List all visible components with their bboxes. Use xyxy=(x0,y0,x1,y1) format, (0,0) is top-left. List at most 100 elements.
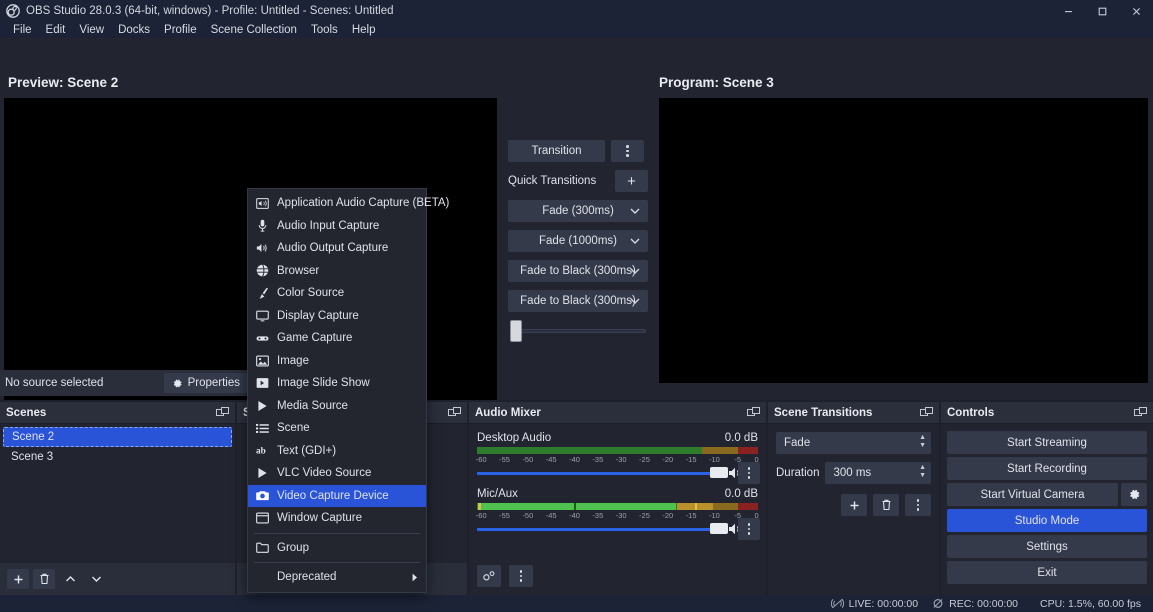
add-scene-button[interactable] xyxy=(7,569,29,589)
maximize-icon[interactable] xyxy=(1085,0,1119,22)
context-item-audio-input-capture[interactable]: Audio Input Capture xyxy=(248,215,426,238)
audio-mixer-header: Audio Mixer xyxy=(469,402,766,424)
studio-mode-button[interactable]: Studio Mode xyxy=(947,509,1147,532)
chevron-down-icon xyxy=(630,298,640,305)
add-transition-button[interactable] xyxy=(841,494,867,516)
context-item-browser[interactable]: Browser xyxy=(248,260,426,283)
camera-icon xyxy=(256,489,269,502)
context-item-deprecated[interactable]: Deprecated xyxy=(248,566,426,589)
t-bar-handle[interactable] xyxy=(510,320,522,342)
spinner-arrows-icon[interactable]: ▲ ▼ xyxy=(919,464,926,479)
volume-fader[interactable] xyxy=(477,462,760,484)
menu-item-help[interactable]: Help xyxy=(345,22,383,38)
mixer-channel-db: 0.0 dB xyxy=(724,431,758,444)
fader-knob[interactable] xyxy=(710,523,729,534)
title-bar: OBS Studio 28.0.3 (64-bit, windows) - Pr… xyxy=(0,0,1153,22)
menu-item-view[interactable]: View xyxy=(72,22,111,38)
duration-input[interactable]: 300 ms ▲ ▼ xyxy=(825,462,931,484)
settings-button[interactable]: Settings xyxy=(947,535,1147,558)
gear-icon xyxy=(1128,488,1141,501)
start-recording-button[interactable]: Start Recording xyxy=(947,457,1147,480)
remove-transition-button[interactable] xyxy=(873,494,899,516)
transition-row: Transition xyxy=(508,140,644,162)
minimize-icon[interactable] xyxy=(1051,0,1085,22)
context-item-image[interactable]: Image xyxy=(248,350,426,373)
broadcast-off-icon xyxy=(830,598,844,609)
advanced-audio-properties-button[interactable] xyxy=(477,565,501,587)
controls-title: Controls xyxy=(947,406,995,419)
t-bar-slider[interactable] xyxy=(508,320,648,342)
transition-properties-button[interactable] xyxy=(905,494,931,516)
move-scene-up-button[interactable] xyxy=(59,569,81,589)
remove-scene-button[interactable] xyxy=(33,569,55,589)
float-dock-icon[interactable] xyxy=(747,406,760,419)
context-item-text-gdi[interactable]: ab Text (GDI+) xyxy=(248,440,426,463)
context-item-group[interactable]: Group xyxy=(248,537,426,560)
context-item-scene[interactable]: Scene xyxy=(248,417,426,440)
mixer-channel-menu-button[interactable] xyxy=(738,462,760,484)
mixer-channel-menu-button[interactable] xyxy=(738,518,760,540)
context-item-video-capture-device[interactable]: Video Capture Device xyxy=(248,484,426,507)
meter-tick: -40 xyxy=(569,455,580,464)
menu-item-scene-collection[interactable]: Scene Collection xyxy=(204,22,304,38)
context-item-application-audio-capture[interactable]: Application Audio Capture (BETA) xyxy=(248,192,449,215)
context-menu-separator xyxy=(254,562,420,563)
menu-item-profile[interactable]: Profile xyxy=(157,22,204,38)
transition-menu-button[interactable] xyxy=(611,140,644,162)
chevron-down-icon xyxy=(630,238,640,245)
quick-transition-0[interactable]: Fade (300ms) xyxy=(508,200,648,222)
quick-transition-label: Fade to Black (300ms) xyxy=(520,295,636,307)
context-item-color-source[interactable]: Color Source xyxy=(248,282,426,305)
float-dock-icon[interactable] xyxy=(920,406,933,419)
meter-tick: -20 xyxy=(662,455,674,464)
audio-mixer-body: Desktop Audio 0.0 dB -60 -55 -50 -45 -40 xyxy=(469,424,766,595)
context-item-label: Application Audio Capture (BETA) xyxy=(277,197,450,210)
program-canvas[interactable] xyxy=(659,98,1148,383)
context-item-audio-output-capture[interactable]: Audio Output Capture xyxy=(248,237,426,260)
add-source-context-menu[interactable]: Application Audio Capture (BETA) Audio I… xyxy=(247,188,449,593)
scenes-list[interactable]: Scene 2 Scene 3 xyxy=(0,424,235,557)
chevron-down-icon xyxy=(630,268,640,275)
virtual-camera-settings-button[interactable] xyxy=(1121,483,1147,506)
close-icon[interactable] xyxy=(1119,0,1153,22)
audio-mixer-menu-button[interactable] xyxy=(509,565,533,587)
add-quick-transition-button[interactable]: + xyxy=(615,170,648,192)
context-item-label: Image Slide Show xyxy=(277,377,370,390)
context-item-media-source[interactable]: Media Source xyxy=(248,395,426,418)
menu-item-docks[interactable]: Docks xyxy=(111,22,157,38)
exit-button[interactable]: Exit xyxy=(947,561,1147,584)
menu-item-tools[interactable]: Tools xyxy=(304,22,345,38)
quick-transition-3[interactable]: Fade to Black (300ms) xyxy=(508,290,648,312)
scene-list-item[interactable]: Scene 2 xyxy=(3,427,232,447)
start-virtual-camera-button[interactable]: Start Virtual Camera xyxy=(947,483,1118,506)
quick-transition-2[interactable]: Fade to Black (300ms) xyxy=(508,260,648,282)
float-dock-icon[interactable] xyxy=(448,406,461,419)
app-audio-icon xyxy=(256,197,269,210)
quick-transition-1[interactable]: Fade (1000ms) xyxy=(508,230,648,252)
start-streaming-button[interactable]: Start Streaming xyxy=(947,431,1147,454)
context-item-image-slide-show[interactable]: Image Slide Show xyxy=(248,372,426,395)
float-dock-icon[interactable] xyxy=(1134,406,1147,419)
audio-mixer-dock: Audio Mixer Desktop Audio 0.0 dB -60 -55… xyxy=(469,402,766,595)
scenes-dock-header: Scenes xyxy=(0,402,235,424)
menu-item-file[interactable]: File xyxy=(6,22,39,38)
properties-button[interactable]: Properties xyxy=(163,373,248,393)
quick-transitions-label: Quick Transitions xyxy=(508,175,597,187)
fader-knob[interactable] xyxy=(710,467,729,478)
main-area: Preview: Scene 2 Program: Scene 3 Transi… xyxy=(0,38,1153,400)
volume-fader[interactable] xyxy=(477,518,760,540)
context-item-game-capture[interactable]: Game Capture xyxy=(248,327,426,350)
transition-button[interactable]: Transition xyxy=(508,140,605,162)
move-scene-down-button[interactable] xyxy=(85,569,107,589)
menu-item-edit[interactable]: Edit xyxy=(39,22,73,38)
context-item-vlc-video-source[interactable]: VLC Video Source xyxy=(248,462,426,485)
scene-transitions-dock: Scene Transitions Fade ▲ ▼ Duration 300 m… xyxy=(768,402,939,595)
rec-timer: REC: 00:00:00 xyxy=(949,597,1019,610)
float-dock-icon[interactable] xyxy=(216,406,229,419)
scene-list-item[interactable]: Scene 3 xyxy=(3,447,232,467)
context-item-window-capture[interactable]: Window Capture xyxy=(248,507,426,530)
scenes-toolbar xyxy=(0,563,235,595)
meter-tick: -40 xyxy=(569,511,580,520)
transition-type-select[interactable]: Fade ▲ ▼ xyxy=(776,432,931,454)
context-item-display-capture[interactable]: Display Capture xyxy=(248,305,426,328)
